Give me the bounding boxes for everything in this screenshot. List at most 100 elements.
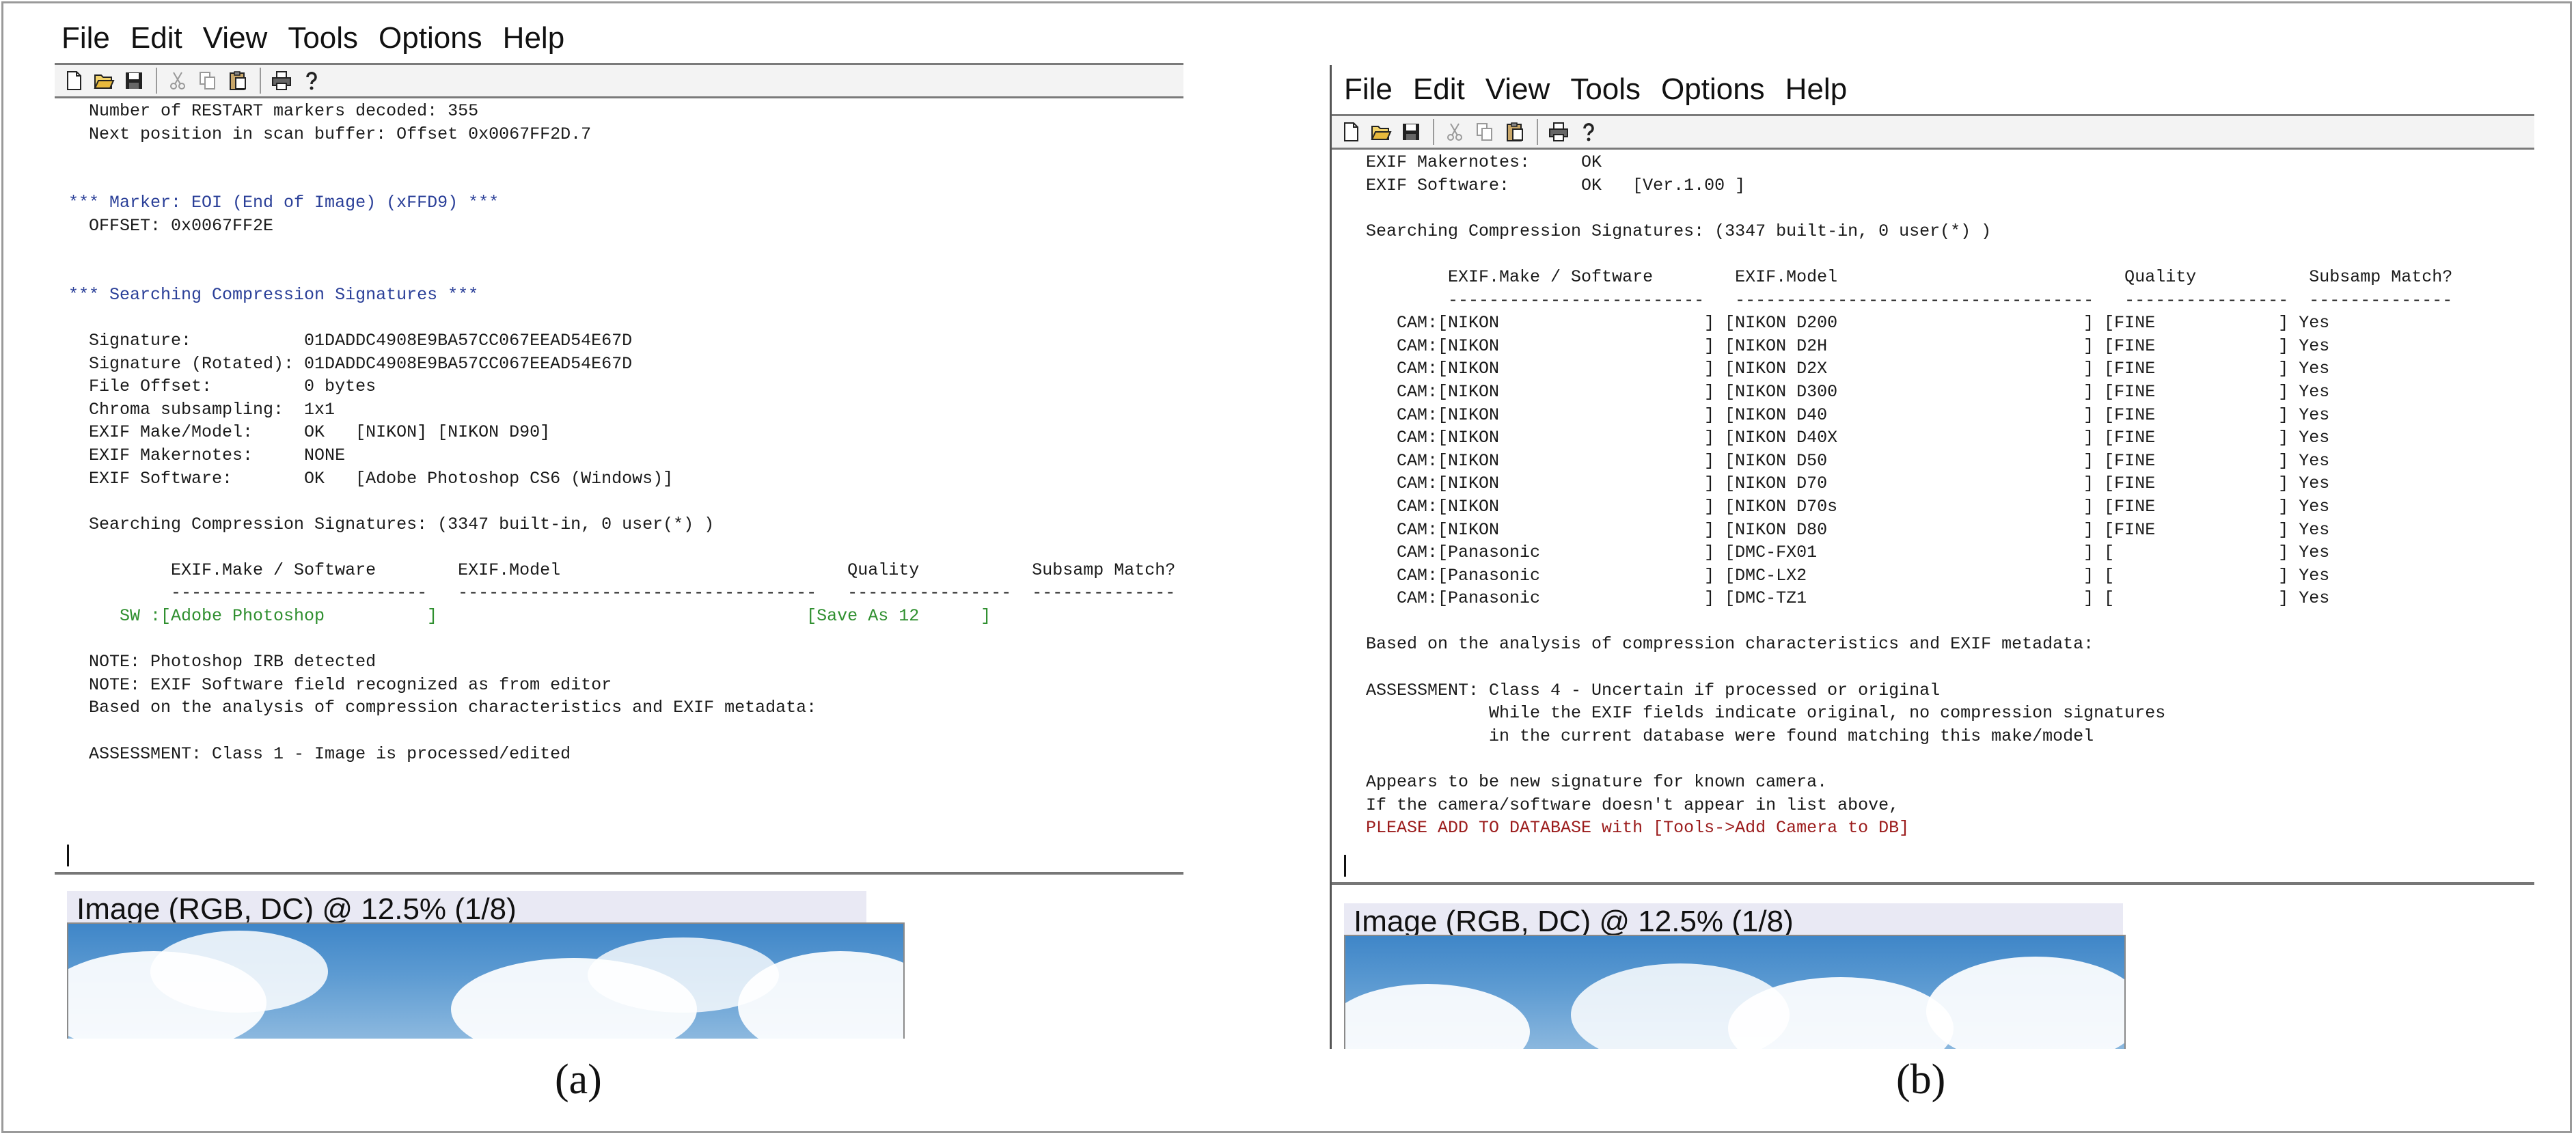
log-line: EXIF Make/Model: OK [NIKON] [NIKON D90] bbox=[68, 422, 551, 443]
menu-edit[interactable]: Edit bbox=[1413, 72, 1465, 107]
image-preview-pane: Image (RGB, DC) @ 12.5% (1/8) bbox=[55, 876, 1183, 1039]
log-text: EXIF Makernotes: OK EXIF Software: OK [V… bbox=[1332, 151, 2534, 840]
copy-icon[interactable] bbox=[1472, 120, 1497, 144]
log-text: Number of RESTART markers decoded: 355 N… bbox=[55, 100, 1183, 765]
log-line: While the EXIF fields indicate original,… bbox=[1345, 703, 2166, 724]
log-line: EXIF Makernotes: NONE bbox=[68, 445, 346, 465]
menu-tools[interactable]: Tools bbox=[1570, 72, 1641, 107]
log-line: CAM:[NIKON ] [NIKON D200 ] [FINE ] Yes bbox=[1345, 313, 2330, 333]
new-file-icon[interactable] bbox=[61, 68, 86, 93]
output-log[interactable]: EXIF Makernotes: OK EXIF Software: OK [V… bbox=[1332, 151, 2534, 885]
open-folder-icon[interactable] bbox=[92, 68, 116, 93]
preview-image bbox=[67, 922, 905, 1039]
paste-icon[interactable] bbox=[1503, 120, 1527, 144]
text-caret bbox=[1344, 855, 1346, 877]
log-line: CAM:[NIKON ] [NIKON D2H ] [FINE ] Yes bbox=[1345, 335, 2330, 356]
preview-title-bar: Image (RGB, DC) @ 12.5% (1/8) bbox=[1344, 903, 2123, 937]
log-line: CAM:[Panasonic ] [DMC-TZ1 ] [ ] Yes bbox=[1345, 588, 2330, 609]
log-line: CAM:[NIKON ] [NIKON D40 ] [FINE ] Yes bbox=[1345, 405, 2330, 425]
log-line: Based on the analysis of compression cha… bbox=[1345, 634, 2094, 655]
log-line: CAM:[Panasonic ] [DMC-LX2 ] [ ] Yes bbox=[1345, 565, 2330, 586]
toolbar-separator bbox=[1537, 119, 1538, 145]
log-line: *** Marker: EOI (End of Image) (xFFD9) *… bbox=[68, 193, 499, 213]
caption-b: (b) bbox=[1896, 1056, 1946, 1103]
help-icon[interactable] bbox=[299, 68, 324, 93]
menu-bar: File Edit View Tools Options Help bbox=[1332, 65, 2534, 114]
image-preview-pane: Image (RGB, DC) @ 12.5% (1/8) bbox=[1332, 888, 2534, 1049]
help-icon[interactable] bbox=[1576, 120, 1601, 144]
log-line: CAM:[NIKON ] [NIKON D2X ] [FINE ] Yes bbox=[1345, 359, 2330, 379]
text-caret bbox=[67, 845, 69, 866]
log-line: EXIF.Make / Software EXIF.Model Quality … bbox=[68, 560, 1176, 580]
log-line: CAM:[Panasonic ] [DMC-FX01 ] [ ] Yes bbox=[1345, 543, 2330, 563]
toolbar-separator bbox=[156, 68, 157, 94]
preview-title-bar: Image (RGB, DC) @ 12.5% (1/8) bbox=[67, 891, 866, 925]
print-icon[interactable] bbox=[269, 68, 294, 93]
save-icon[interactable] bbox=[1399, 120, 1423, 144]
log-line: Searching Compression Signatures: (3347 … bbox=[68, 514, 715, 534]
menu-view[interactable]: View bbox=[203, 21, 268, 55]
log-line: ------------------------- --------------… bbox=[1345, 290, 2453, 310]
menu-file[interactable]: File bbox=[1344, 72, 1393, 107]
open-folder-icon[interactable] bbox=[1369, 120, 1393, 144]
save-icon[interactable] bbox=[122, 68, 146, 93]
log-line: CAM:[NIKON ] [NIKON D70 ] [FINE ] Yes bbox=[1345, 474, 2330, 494]
print-icon[interactable] bbox=[1546, 120, 1571, 144]
menu-view[interactable]: View bbox=[1485, 72, 1550, 107]
log-line: CAM:[NIKON ] [NIKON D300 ] [FINE ] Yes bbox=[1345, 381, 2330, 402]
preview-title: Image (RGB, DC) @ 12.5% (1/8) bbox=[1354, 905, 1794, 937]
log-line: Number of RESTART markers decoded: 355 bbox=[68, 101, 479, 121]
log-line: Appears to be new signature for known ca… bbox=[1345, 772, 1828, 793]
preview-image bbox=[1344, 935, 2126, 1049]
window-panel-a: File Edit View Tools Options Help Number… bbox=[55, 14, 1183, 1039]
log-line: CAM:[NIKON ] [NIKON D40X ] [FINE ] Yes bbox=[1345, 428, 2330, 448]
new-file-icon[interactable] bbox=[1339, 120, 1363, 144]
cut-icon[interactable] bbox=[1442, 120, 1467, 144]
log-line: EXIF Software: OK [Adobe Photoshop CS6 (… bbox=[68, 468, 674, 489]
menu-file[interactable]: File bbox=[61, 21, 110, 55]
menu-options[interactable]: Options bbox=[1661, 72, 1765, 107]
preview-title: Image (RGB, DC) @ 12.5% (1/8) bbox=[77, 892, 517, 925]
menu-bar: File Edit View Tools Options Help bbox=[55, 14, 1183, 63]
menu-help[interactable]: Help bbox=[503, 21, 565, 55]
menu-options[interactable]: Options bbox=[379, 21, 482, 55]
toolbar bbox=[55, 63, 1183, 98]
log-line: ASSESSMENT: Class 4 - Uncertain if proce… bbox=[1345, 680, 1941, 700]
menu-tools[interactable]: Tools bbox=[288, 21, 358, 55]
log-line: PLEASE ADD TO DATABASE with [Tools->Add … bbox=[1345, 818, 1910, 838]
log-line: ------------------------- --------------… bbox=[68, 583, 1176, 603]
menu-help[interactable]: Help bbox=[1785, 72, 1848, 107]
log-line: NOTE: EXIF Software field recognized as … bbox=[68, 674, 612, 695]
window-panel-b: File Edit View Tools Options Help EXIF M… bbox=[1330, 65, 2534, 1049]
output-log[interactable]: Number of RESTART markers decoded: 355 N… bbox=[55, 100, 1183, 875]
cut-icon[interactable] bbox=[165, 68, 190, 93]
log-line: CAM:[NIKON ] [NIKON D50 ] [FINE ] Yes bbox=[1345, 450, 2330, 471]
log-line: EXIF Software: OK [Ver.1.00 ] bbox=[1345, 175, 1746, 195]
log-line: Next position in scan buffer: Offset 0x0… bbox=[68, 124, 592, 144]
log-line: OFFSET: 0x0067FF2E bbox=[68, 215, 274, 236]
log-line: Searching Compression Signatures: (3347 … bbox=[1345, 221, 1992, 241]
log-line: CAM:[NIKON ] [NIKON D70s ] [FINE ] Yes bbox=[1345, 496, 2330, 517]
log-line: Signature (Rotated): 01DADDC4908E9BA57CC… bbox=[68, 353, 633, 374]
log-line: File Offset: 0 bytes bbox=[68, 376, 376, 397]
log-line: in the current database were found match… bbox=[1345, 726, 2094, 746]
log-line: ASSESSMENT: Class 1 - Image is processed… bbox=[68, 743, 571, 764]
copy-icon[interactable] bbox=[195, 68, 220, 93]
log-line: SW :[Adobe Photoshop ] [Save As 12 ] bbox=[68, 606, 991, 627]
paste-icon[interactable] bbox=[225, 68, 250, 93]
toolbar-separator bbox=[260, 68, 261, 94]
toolbar-separator bbox=[1433, 119, 1434, 145]
menu-edit[interactable]: Edit bbox=[131, 21, 182, 55]
